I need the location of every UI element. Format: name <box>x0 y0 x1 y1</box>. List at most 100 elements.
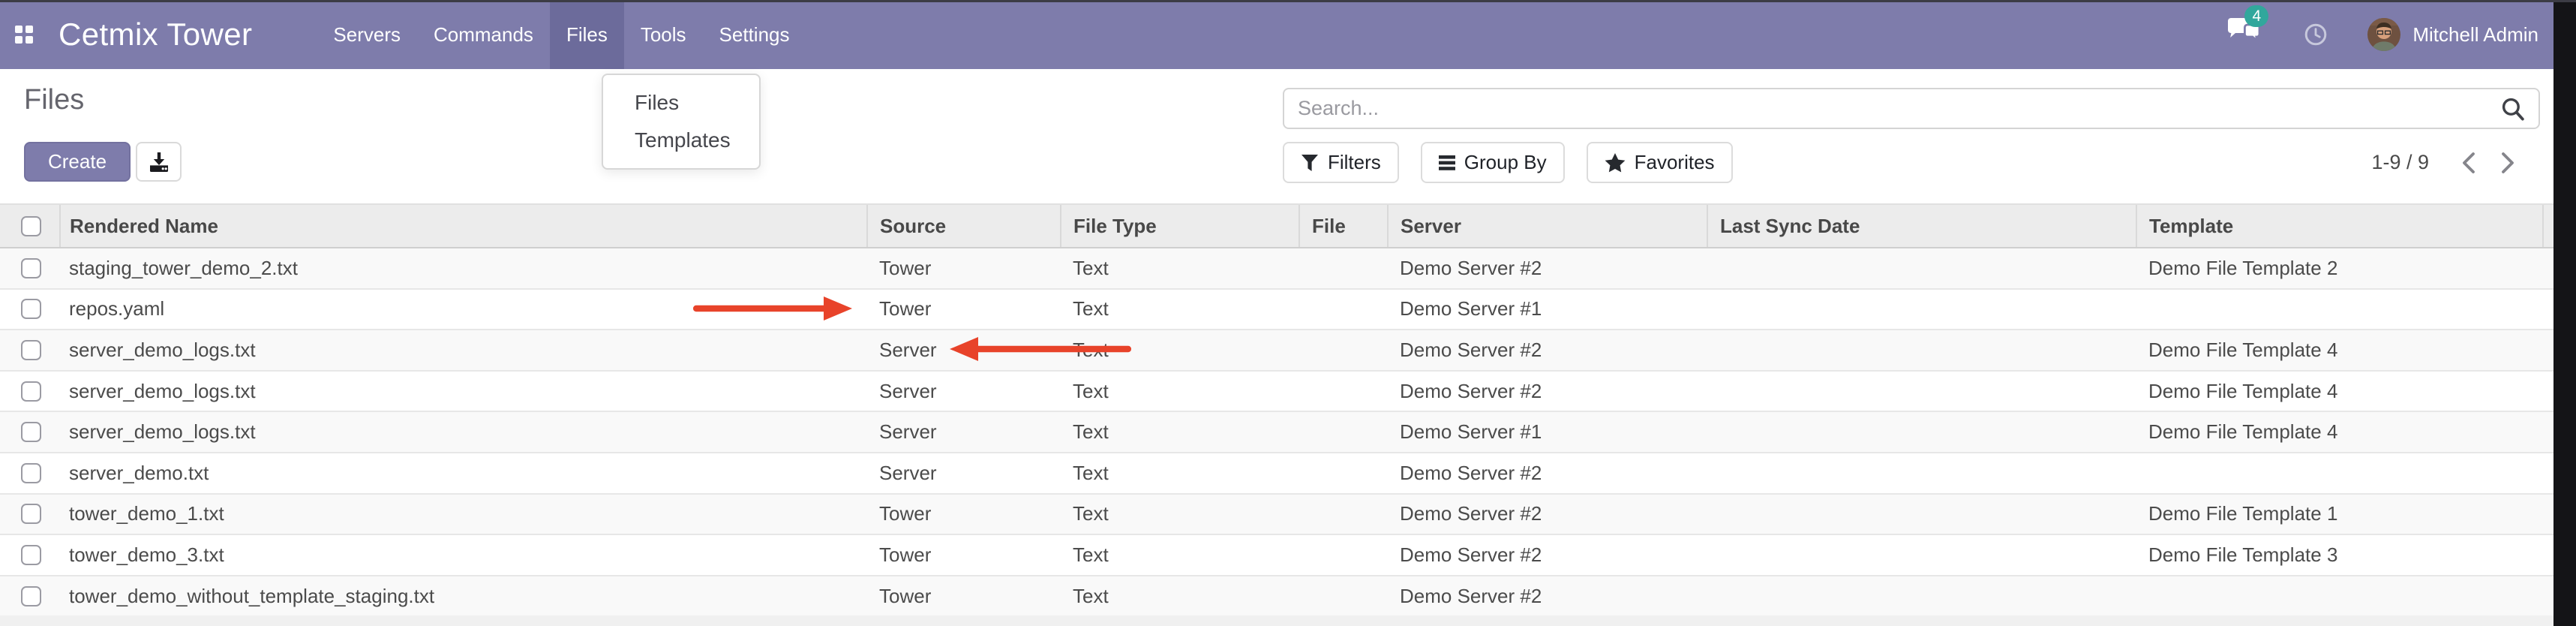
apps-grid-icon[interactable] <box>15 26 33 44</box>
bars-icon <box>1439 155 1455 170</box>
search-input[interactable] <box>1284 97 2501 120</box>
row-checkbox[interactable] <box>21 340 41 360</box>
window-right-edge <box>2553 0 2576 626</box>
create-button[interactable]: Create <box>24 142 131 182</box>
page-title: Files <box>24 84 84 116</box>
cell-source: Tower <box>867 576 1061 617</box>
cell-options <box>2543 371 2553 412</box>
row-checkbox[interactable] <box>21 463 41 483</box>
screen: Cetmix Tower Servers Commands Files Tool… <box>0 0 2576 626</box>
row-checkbox[interactable] <box>21 545 41 565</box>
column-header-file-type[interactable]: File Type <box>1061 204 1299 248</box>
row-select-cell <box>0 411 60 453</box>
pager-previous-button[interactable] <box>2462 152 2475 174</box>
cell-source: Server <box>867 411 1061 453</box>
row-checkbox[interactable] <box>21 258 41 278</box>
menu-item-tools[interactable]: Tools <box>624 0 703 69</box>
cell-last-sync-date <box>1707 494 2136 535</box>
row-checkbox[interactable] <box>21 381 41 402</box>
table-row[interactable]: tower_demo_3.txt Tower Text Demo Server … <box>0 534 2553 576</box>
cell-rendered-name: tower_demo_1.txt <box>60 494 867 535</box>
cell-file <box>1299 494 1388 535</box>
table-row[interactable]: tower_demo_without_template_staging.txt … <box>0 576 2553 617</box>
row-checkbox[interactable] <box>21 586 41 606</box>
row-checkbox[interactable] <box>21 504 41 524</box>
chevron-right-icon <box>2501 152 2514 174</box>
search-icon[interactable] <box>2501 97 2525 121</box>
cell-source: Tower <box>867 289 1061 330</box>
cell-source: Server <box>867 371 1061 412</box>
column-header-file[interactable]: File <box>1299 204 1388 248</box>
cell-file-type: Text <box>1061 289 1299 330</box>
cell-server: Demo Server #1 <box>1388 289 1707 330</box>
group-by-button[interactable]: Group By <box>1421 142 1565 183</box>
cell-last-sync-date <box>1707 453 2136 494</box>
cell-file <box>1299 453 1388 494</box>
activities-button[interactable] <box>2304 23 2327 46</box>
control-panel: Files Create <box>0 69 2553 203</box>
cell-file-type: Text <box>1061 411 1299 453</box>
cell-server: Demo Server #2 <box>1388 248 1707 289</box>
row-checkbox[interactable] <box>21 299 41 319</box>
cell-options <box>2543 534 2553 576</box>
menu-item-files[interactable]: Files <box>550 0 624 69</box>
menu-item-servers[interactable]: Servers <box>317 0 417 69</box>
below-table-area <box>0 615 2553 626</box>
avatar[interactable] <box>2367 18 2400 51</box>
cell-rendered-name: server_demo_logs.txt <box>60 371 867 412</box>
table-row[interactable]: server_demo_logs.txt Server Text Demo Se… <box>0 411 2553 453</box>
pager: 1-9 / 9 <box>2371 142 2514 183</box>
cell-last-sync-date <box>1707 534 2136 576</box>
column-header-template[interactable]: Template <box>2136 204 2543 248</box>
column-header-rendered-name[interactable]: Rendered Name <box>60 204 867 248</box>
row-select-cell <box>0 453 60 494</box>
cell-options <box>2543 330 2553 371</box>
messages-button[interactable]: 4 <box>2226 17 2261 52</box>
navbar-right-cluster: 4 <box>2226 17 2538 52</box>
cell-source: Tower <box>867 248 1061 289</box>
cell-file <box>1299 330 1388 371</box>
dropdown-item-files[interactable]: Files <box>603 84 759 122</box>
cell-rendered-name: server_demo_logs.txt <box>60 411 867 453</box>
cell-rendered-name: server_demo.txt <box>60 453 867 494</box>
menu-item-settings[interactable]: Settings <box>703 0 806 69</box>
column-header-server[interactable]: Server <box>1388 204 1707 248</box>
favorites-button[interactable]: Favorites <box>1587 142 1733 183</box>
select-all-checkbox[interactable] <box>21 216 41 236</box>
import-button[interactable] <box>136 142 182 182</box>
cell-options <box>2543 453 2553 494</box>
table-row[interactable]: staging_tower_demo_2.txt Tower Text Demo… <box>0 248 2553 289</box>
cell-source: Tower <box>867 494 1061 535</box>
table-row[interactable]: tower_demo_1.txt Tower Text Demo Server … <box>0 494 2553 535</box>
annotation-arrow-left <box>950 336 1131 362</box>
cell-file <box>1299 248 1388 289</box>
user-name[interactable]: Mitchell Admin <box>2412 23 2538 47</box>
cell-source: Server <box>867 453 1061 494</box>
column-header-last-sync-date[interactable]: Last Sync Date <box>1707 204 2136 248</box>
dropdown-item-templates[interactable]: Templates <box>603 122 759 159</box>
pager-next-button[interactable] <box>2501 152 2514 174</box>
row-checkbox[interactable] <box>21 422 41 442</box>
column-header-source[interactable]: Source <box>867 204 1061 248</box>
table-row[interactable]: server_demo_logs.txt Server Text Demo Se… <box>0 371 2553 412</box>
table-row[interactable]: repos.yaml Tower Text Demo Server #1 <box>0 289 2553 330</box>
cell-template <box>2136 576 2543 617</box>
files-list-table: Rendered Name Source File Type File Serv… <box>0 203 2553 617</box>
select-all-header <box>0 204 60 248</box>
cell-server: Demo Server #2 <box>1388 534 1707 576</box>
chevron-left-icon <box>2462 152 2475 174</box>
optional-columns-header <box>2543 204 2553 248</box>
files-menu-dropdown: Files Templates <box>602 74 761 170</box>
group-by-label: Group By <box>1464 151 1547 174</box>
download-tray-icon <box>149 152 170 173</box>
brand-title[interactable]: Cetmix Tower <box>59 17 252 53</box>
cell-file-type: Text <box>1061 371 1299 412</box>
filters-button[interactable]: Filters <box>1283 142 1399 183</box>
table-row[interactable]: server_demo.txt Server Text Demo Server … <box>0 453 2553 494</box>
cell-template: Demo File Template 3 <box>2136 534 2543 576</box>
menu-item-commands[interactable]: Commands <box>417 0 550 69</box>
app-window: Cetmix Tower Servers Commands Files Tool… <box>0 0 2553 626</box>
cell-options <box>2543 248 2553 289</box>
table-row[interactable]: server_demo_logs.txt Server Text Demo Se… <box>0 330 2553 371</box>
cell-last-sync-date <box>1707 289 2136 330</box>
